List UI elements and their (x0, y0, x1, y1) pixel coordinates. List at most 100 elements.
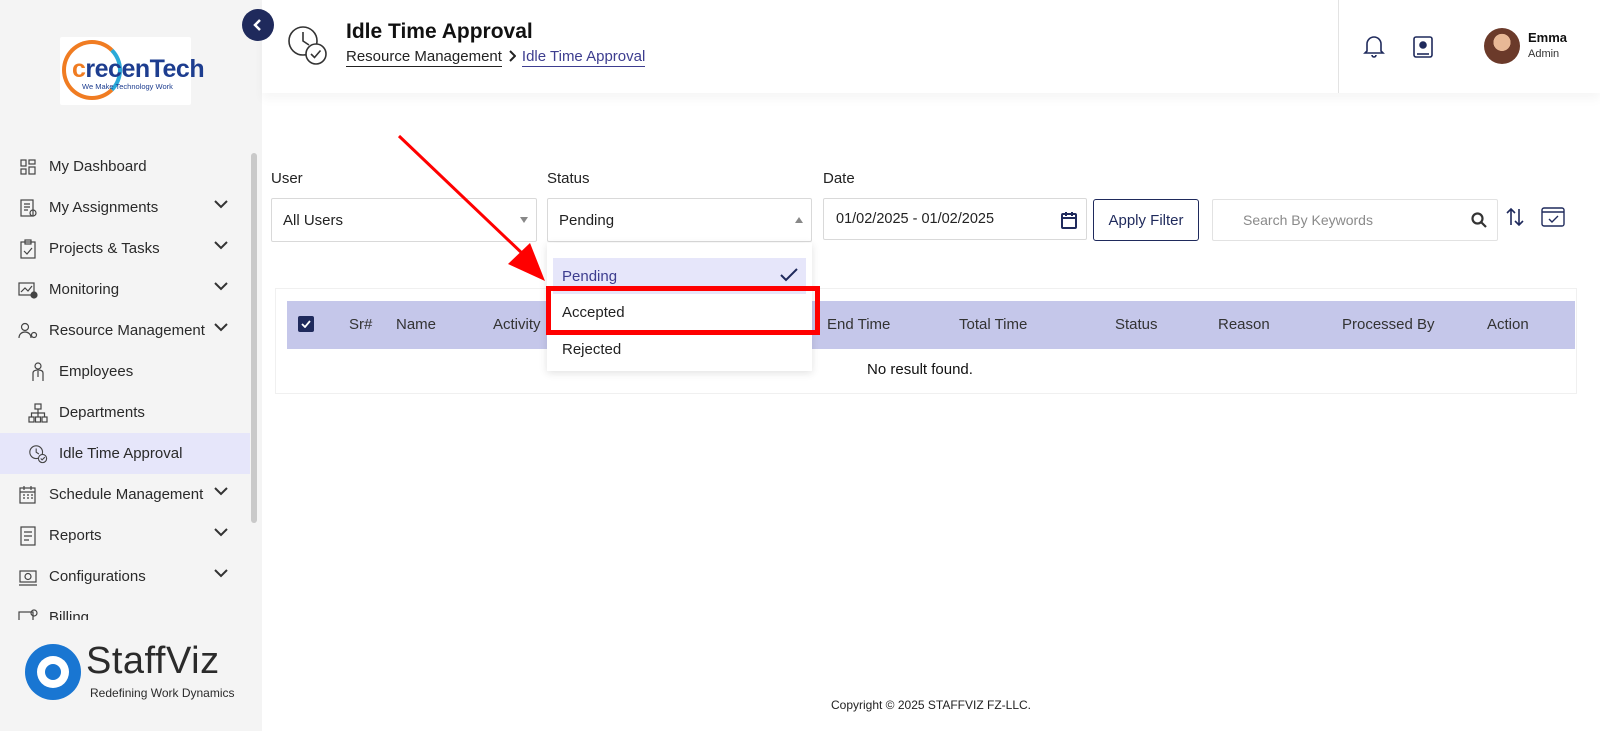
user-select-value: All Users (283, 211, 344, 229)
idle-time-icon (28, 444, 48, 464)
resource-icon (18, 321, 38, 341)
status-option-rejected[interactable]: Rejected (553, 331, 806, 367)
staffviz-logo-mark (25, 644, 81, 700)
user-filter-label: User (271, 170, 303, 187)
page-title: Idle Time Approval (346, 20, 533, 43)
date-range-field[interactable]: 01/02/2025 - 01/02/2025 (823, 198, 1087, 240)
date-filter-label: Date (823, 170, 855, 187)
sidebar-item-projects-tasks[interactable]: Projects & Tasks (0, 228, 250, 269)
status-filter-label: Status (547, 170, 590, 187)
select-all-checkbox[interactable] (298, 316, 314, 332)
brand-tagline: Redefining Work Dynamics (90, 686, 235, 700)
calendar-icon[interactable] (1060, 210, 1078, 234)
column-header-activity[interactable]: Activity (493, 316, 541, 333)
billing-icon (18, 608, 38, 620)
sidebar-item-label: Projects & Tasks (49, 240, 160, 257)
sidebar-item-employees[interactable]: Employees (0, 351, 250, 392)
column-header-name[interactable]: Name (396, 316, 436, 333)
checkmark-icon (780, 268, 798, 282)
empty-table-message: No result found. (867, 361, 973, 378)
sidebar-item-billing[interactable]: Billing (0, 597, 250, 620)
column-header-reason[interactable]: Reason (1218, 316, 1270, 333)
sidebar-item-my-dashboard[interactable]: My Dashboard (0, 146, 250, 187)
brand-name: StaffViz (86, 640, 220, 682)
column-header-end-time[interactable]: End Time (827, 316, 890, 333)
page-header: Idle Time Approval Resource Management I… (262, 0, 1600, 93)
sort-icon[interactable] (1506, 207, 1524, 232)
status-select[interactable]: Pending (547, 198, 812, 242)
sidebar-item-resource-management[interactable]: Resource Management (0, 310, 250, 351)
caret-up-icon (795, 217, 803, 223)
sidebar-item-idle-time-approval[interactable]: Idle Time Approval (0, 433, 250, 474)
assignments-icon (18, 198, 38, 218)
chevron-down-icon (214, 323, 228, 332)
company-logo: crecenTech We Make Technology Work (60, 37, 205, 105)
notifications-bell-icon[interactable] (1362, 33, 1386, 64)
projects-icon (18, 238, 38, 259)
sidebar-item-label: Billing (49, 609, 90, 620)
reports-icon (18, 525, 38, 546)
sidebar-item-label: Monitoring (49, 281, 120, 298)
sidebar-item-label: Configurations (49, 568, 146, 585)
schedule-icon (18, 485, 38, 505)
approve-selected-icon[interactable] (1541, 205, 1565, 232)
breadcrumb: Resource Management Idle Time Approval (346, 48, 646, 67)
sidebar-item-my-assignments[interactable]: My Assignments (0, 187, 250, 228)
sidebar-item-label: Idle Time Approval (59, 445, 183, 462)
breadcrumb-link-resource-management[interactable]: Resource Management (346, 48, 502, 67)
departments-icon (28, 402, 48, 423)
date-range-value: 01/02/2025 - 01/02/2025 (836, 211, 995, 227)
monitoring-icon (18, 280, 38, 300)
chevron-down-icon (214, 241, 228, 250)
chevron-down-icon (214, 487, 228, 496)
copyright-footer: Copyright © 2025 STAFFVIZ FZ-LLC. (830, 698, 1031, 712)
user-role: Admin (1528, 48, 1560, 60)
settings-document-icon[interactable] (1412, 35, 1434, 64)
apply-filter-button[interactable]: Apply Filter (1093, 199, 1199, 241)
sidebar-item-label: My Assignments (49, 199, 159, 216)
column-header-action[interactable]: Action (1487, 316, 1529, 333)
staffviz-logo: StaffViz Redefining Work Dynamics (22, 640, 252, 705)
sidebar-item-monitoring[interactable]: Monitoring (0, 269, 250, 310)
chevron-left-icon (253, 19, 261, 31)
sidebar-item-label: Departments (59, 404, 145, 421)
search-input[interactable] (1213, 200, 1463, 240)
breadcrumb-current[interactable]: Idle Time Approval (521, 48, 646, 67)
sidebar-item-departments[interactable]: Departments (0, 392, 250, 433)
chevron-down-icon (214, 282, 228, 291)
sidebar-item-label: My Dashboard (49, 158, 147, 175)
status-select-value: Pending (559, 211, 615, 229)
breadcrumb-separator (508, 49, 517, 66)
dashboard-icon (18, 157, 38, 177)
sidebar-nav: My Dashboard My Assignments Projects & T… (0, 146, 250, 620)
avatar[interactable] (1484, 28, 1520, 64)
column-header-processed-by[interactable]: Processed By (1342, 316, 1435, 333)
scrollbar-thumb[interactable] (251, 153, 257, 523)
user-name[interactable]: Emma (1528, 30, 1567, 45)
table-header: Sr# Name Activity End Time Total Time St… (287, 301, 1575, 349)
collapse-sidebar-button[interactable] (242, 9, 274, 41)
user-select[interactable]: All Users (271, 198, 537, 242)
sidebar-item-reports[interactable]: Reports (0, 515, 250, 556)
sidebar-scrollbar[interactable] (250, 153, 258, 615)
column-header-status[interactable]: Status (1115, 316, 1158, 333)
option-label: Rejected (562, 340, 622, 358)
search-box[interactable] (1212, 199, 1498, 241)
idle-time-table: Sr# Name Activity End Time Total Time St… (275, 288, 1577, 394)
employee-icon (28, 361, 48, 382)
configurations-icon (18, 567, 38, 587)
sidebar-item-schedule-management[interactable]: Schedule Management (0, 474, 250, 515)
chevron-down-icon (214, 200, 228, 209)
sidebar: crecenTech We Make Technology Work My Da… (0, 0, 262, 731)
column-header-total-time[interactable]: Total Time (959, 316, 1027, 333)
column-header-sr[interactable]: Sr# (349, 316, 372, 333)
checkmark-icon (301, 320, 311, 328)
search-icon[interactable] (1471, 212, 1487, 233)
chevron-down-icon (214, 528, 228, 537)
sidebar-item-label: Resource Management (49, 322, 205, 339)
sidebar-item-label: Reports (49, 527, 102, 544)
chevron-right-icon (509, 50, 517, 62)
header-divider (1338, 0, 1339, 93)
sidebar-item-configurations[interactable]: Configurations (0, 556, 250, 597)
option-label: Pending (562, 267, 618, 285)
